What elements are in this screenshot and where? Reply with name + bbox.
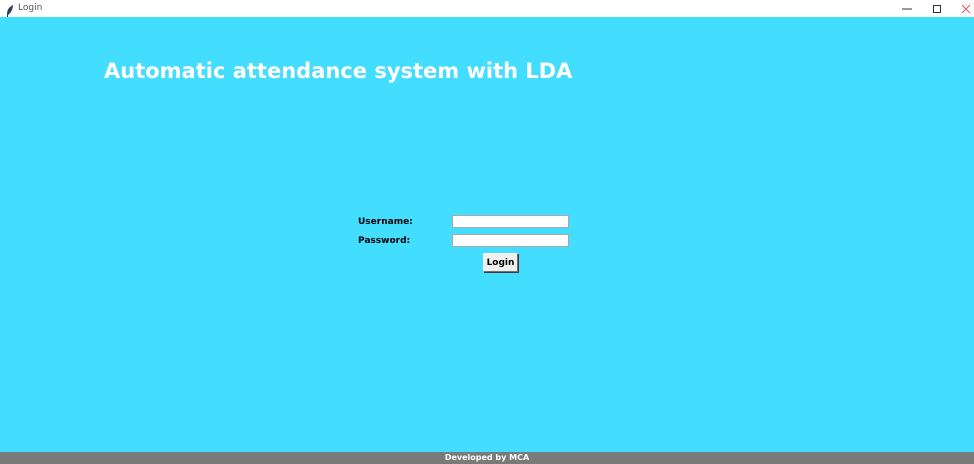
window-title: Login — [18, 3, 43, 13]
password-input[interactable] — [452, 234, 569, 247]
login-panel: Automatic attendance system with LDA Use… — [0, 17, 974, 452]
username-label: Username: — [358, 217, 413, 227]
maximize-button[interactable] — [922, 0, 952, 17]
close-icon — [961, 0, 971, 18]
feather-icon — [6, 2, 14, 17]
title-bar: Login — [0, 0, 974, 17]
login-button[interactable]: Login — [483, 253, 518, 272]
footer-credit: Developed by MCA — [444, 453, 530, 462]
username-input[interactable] — [452, 215, 569, 228]
minimize-icon — [902, 0, 912, 18]
close-button[interactable] — [951, 0, 974, 17]
password-label: Password: — [358, 236, 411, 246]
maximize-icon — [932, 0, 942, 18]
app-heading: Automatic attendance system with LDA — [104, 59, 573, 83]
footer-bar: Developed by MCA — [0, 452, 974, 464]
minimize-button[interactable] — [892, 0, 922, 17]
